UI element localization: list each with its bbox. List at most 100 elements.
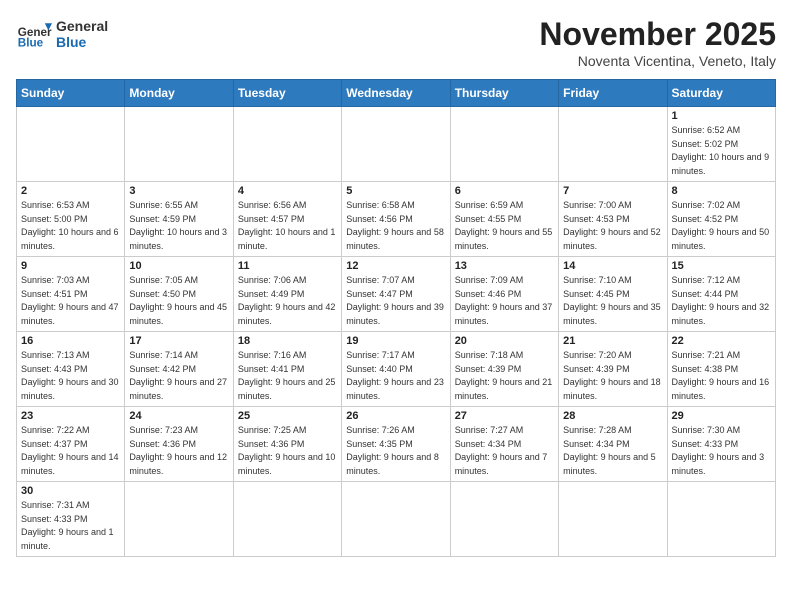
- weekday-header-wednesday: Wednesday: [342, 80, 450, 107]
- sun-info: Sunrise: 7:13 AM Sunset: 4:43 PM Dayligh…: [21, 349, 120, 403]
- sun-info: Sunrise: 7:23 AM Sunset: 4:36 PM Dayligh…: [129, 424, 228, 478]
- calendar-cell: 28Sunrise: 7:28 AM Sunset: 4:34 PM Dayli…: [559, 407, 667, 482]
- logo-general-text: General: [56, 18, 108, 34]
- sun-info: Sunrise: 7:27 AM Sunset: 4:34 PM Dayligh…: [455, 424, 554, 478]
- day-number: 28: [563, 410, 662, 422]
- weekday-header-friday: Friday: [559, 80, 667, 107]
- sun-info: Sunrise: 7:22 AM Sunset: 4:37 PM Dayligh…: [21, 424, 120, 478]
- sun-info: Sunrise: 6:59 AM Sunset: 4:55 PM Dayligh…: [455, 199, 554, 253]
- title-block: November 2025 Noventa Vicentina, Veneto,…: [539, 16, 776, 69]
- weekday-header-row: SundayMondayTuesdayWednesdayThursdayFrid…: [17, 80, 776, 107]
- sun-info: Sunrise: 6:52 AM Sunset: 5:02 PM Dayligh…: [672, 124, 771, 178]
- sun-info: Sunrise: 7:31 AM Sunset: 4:33 PM Dayligh…: [21, 499, 120, 553]
- day-number: 13: [455, 260, 554, 272]
- weekday-header-sunday: Sunday: [17, 80, 125, 107]
- week-row-1: 1 Sunrise: 6:52 AM Sunset: 5:02 PM Daylig…: [17, 107, 776, 182]
- calendar-cell: [559, 482, 667, 557]
- day-number: 7: [563, 185, 662, 197]
- sun-info: Sunrise: 7:03 AM Sunset: 4:51 PM Dayligh…: [21, 274, 120, 328]
- calendar-cell: 4 Sunrise: 6:56 AM Sunset: 4:57 PM Daylig…: [233, 182, 341, 257]
- day-number: 1: [672, 110, 771, 122]
- sun-info: Sunrise: 7:20 AM Sunset: 4:39 PM Dayligh…: [563, 349, 662, 403]
- day-number: 6: [455, 185, 554, 197]
- sun-info: Sunrise: 7:02 AM Sunset: 4:52 PM Dayligh…: [672, 199, 771, 253]
- sun-info: Sunrise: 6:58 AM Sunset: 4:56 PM Dayligh…: [346, 199, 445, 253]
- calendar-cell: 18 Sunrise: 7:16 AM Sunset: 4:41 PM Dayli…: [233, 332, 341, 407]
- day-number: 15: [672, 260, 771, 272]
- sun-info: Sunrise: 7:26 AM Sunset: 4:35 PM Dayligh…: [346, 424, 445, 478]
- sun-info: Sunrise: 7:06 AM Sunset: 4:49 PM Dayligh…: [238, 274, 337, 328]
- calendar-cell: 26Sunrise: 7:26 AM Sunset: 4:35 PM Dayli…: [342, 407, 450, 482]
- calendar-cell: [233, 107, 341, 182]
- weekday-header-thursday: Thursday: [450, 80, 558, 107]
- day-number: 29: [672, 410, 771, 422]
- day-number: 17: [129, 335, 228, 347]
- day-number: 9: [21, 260, 120, 272]
- sun-info: Sunrise: 6:56 AM Sunset: 4:57 PM Dayligh…: [238, 199, 337, 253]
- day-number: 10: [129, 260, 228, 272]
- calendar-cell: 16 Sunrise: 7:13 AM Sunset: 4:43 PM Dayli…: [17, 332, 125, 407]
- calendar-cell: [450, 107, 558, 182]
- day-number: 4: [238, 185, 337, 197]
- calendar-cell: 20Sunrise: 7:18 AM Sunset: 4:39 PM Dayli…: [450, 332, 558, 407]
- day-number: 18: [238, 335, 337, 347]
- sun-info: Sunrise: 7:16 AM Sunset: 4:41 PM Dayligh…: [238, 349, 337, 403]
- week-row-3: 9 Sunrise: 7:03 AM Sunset: 4:51 PM Daylig…: [17, 257, 776, 332]
- location-title: Noventa Vicentina, Veneto, Italy: [539, 53, 776, 69]
- calendar-cell: 15 Sunrise: 7:12 AM Sunset: 4:44 PM Dayli…: [667, 257, 775, 332]
- day-number: 2: [21, 185, 120, 197]
- calendar-cell: 3Sunrise: 6:55 AM Sunset: 4:59 PM Daylig…: [125, 182, 233, 257]
- calendar-cell: 24 Sunrise: 7:23 AM Sunset: 4:36 PM Dayli…: [125, 407, 233, 482]
- calendar-cell: 1 Sunrise: 6:52 AM Sunset: 5:02 PM Daylig…: [667, 107, 775, 182]
- sun-info: Sunrise: 7:21 AM Sunset: 4:38 PM Dayligh…: [672, 349, 771, 403]
- calendar-cell: 2 Sunrise: 6:53 AM Sunset: 5:00 PM Daylig…: [17, 182, 125, 257]
- day-number: 12: [346, 260, 445, 272]
- calendar-cell: 8Sunrise: 7:02 AM Sunset: 4:52 PM Daylig…: [667, 182, 775, 257]
- day-number: 23: [21, 410, 120, 422]
- sun-info: Sunrise: 7:25 AM Sunset: 4:36 PM Dayligh…: [238, 424, 337, 478]
- calendar-cell: 25 Sunrise: 7:25 AM Sunset: 4:36 PM Dayli…: [233, 407, 341, 482]
- calendar-cell: [125, 107, 233, 182]
- day-number: 14: [563, 260, 662, 272]
- calendar-cell: 9 Sunrise: 7:03 AM Sunset: 4:51 PM Daylig…: [17, 257, 125, 332]
- calendar-cell: 12 Sunrise: 7:07 AM Sunset: 4:47 PM Dayli…: [342, 257, 450, 332]
- calendar-cell: 22 Sunrise: 7:21 AM Sunset: 4:38 PM Dayli…: [667, 332, 775, 407]
- calendar-table: SundayMondayTuesdayWednesdayThursdayFrid…: [16, 79, 776, 557]
- week-row-5: 23 Sunrise: 7:22 AM Sunset: 4:37 PM Dayli…: [17, 407, 776, 482]
- sun-info: Sunrise: 7:17 AM Sunset: 4:40 PM Dayligh…: [346, 349, 445, 403]
- sun-info: Sunrise: 7:30 AM Sunset: 4:33 PM Dayligh…: [672, 424, 771, 478]
- day-number: 11: [238, 260, 337, 272]
- sun-info: Sunrise: 7:10 AM Sunset: 4:45 PM Dayligh…: [563, 274, 662, 328]
- logo-blue-text: Blue: [56, 34, 108, 50]
- calendar-cell: 19Sunrise: 7:17 AM Sunset: 4:40 PM Dayli…: [342, 332, 450, 407]
- day-number: 20: [455, 335, 554, 347]
- logo-icon: General Blue: [16, 16, 52, 52]
- day-number: 24: [129, 410, 228, 422]
- calendar-cell: 7 Sunrise: 7:00 AM Sunset: 4:53 PM Daylig…: [559, 182, 667, 257]
- page-header: General Blue General Blue November 2025 …: [16, 16, 776, 69]
- weekday-header-saturday: Saturday: [667, 80, 775, 107]
- day-number: 5: [346, 185, 445, 197]
- calendar-cell: [17, 107, 125, 182]
- sun-info: Sunrise: 7:14 AM Sunset: 4:42 PM Dayligh…: [129, 349, 228, 403]
- sun-info: Sunrise: 6:55 AM Sunset: 4:59 PM Dayligh…: [129, 199, 228, 253]
- day-number: 25: [238, 410, 337, 422]
- sun-info: Sunrise: 7:00 AM Sunset: 4:53 PM Dayligh…: [563, 199, 662, 253]
- sun-info: Sunrise: 7:12 AM Sunset: 4:44 PM Dayligh…: [672, 274, 771, 328]
- day-number: 22: [672, 335, 771, 347]
- sun-info: Sunrise: 7:05 AM Sunset: 4:50 PM Dayligh…: [129, 274, 228, 328]
- calendar-cell: [559, 107, 667, 182]
- day-number: 27: [455, 410, 554, 422]
- sun-info: Sunrise: 6:53 AM Sunset: 5:00 PM Dayligh…: [21, 199, 120, 253]
- calendar-cell: [125, 482, 233, 557]
- calendar-cell: 23 Sunrise: 7:22 AM Sunset: 4:37 PM Dayli…: [17, 407, 125, 482]
- weekday-header-monday: Monday: [125, 80, 233, 107]
- day-number: 30: [21, 485, 120, 497]
- day-number: 16: [21, 335, 120, 347]
- calendar-cell: 29 Sunrise: 7:30 AM Sunset: 4:33 PM Dayli…: [667, 407, 775, 482]
- calendar-cell: 30 Sunrise: 7:31 AM Sunset: 4:33 PM Dayli…: [17, 482, 125, 557]
- calendar-cell: 10 Sunrise: 7:05 AM Sunset: 4:50 PM Dayli…: [125, 257, 233, 332]
- svg-text:Blue: Blue: [18, 37, 44, 50]
- calendar-cell: [450, 482, 558, 557]
- sun-info: Sunrise: 7:07 AM Sunset: 4:47 PM Dayligh…: [346, 274, 445, 328]
